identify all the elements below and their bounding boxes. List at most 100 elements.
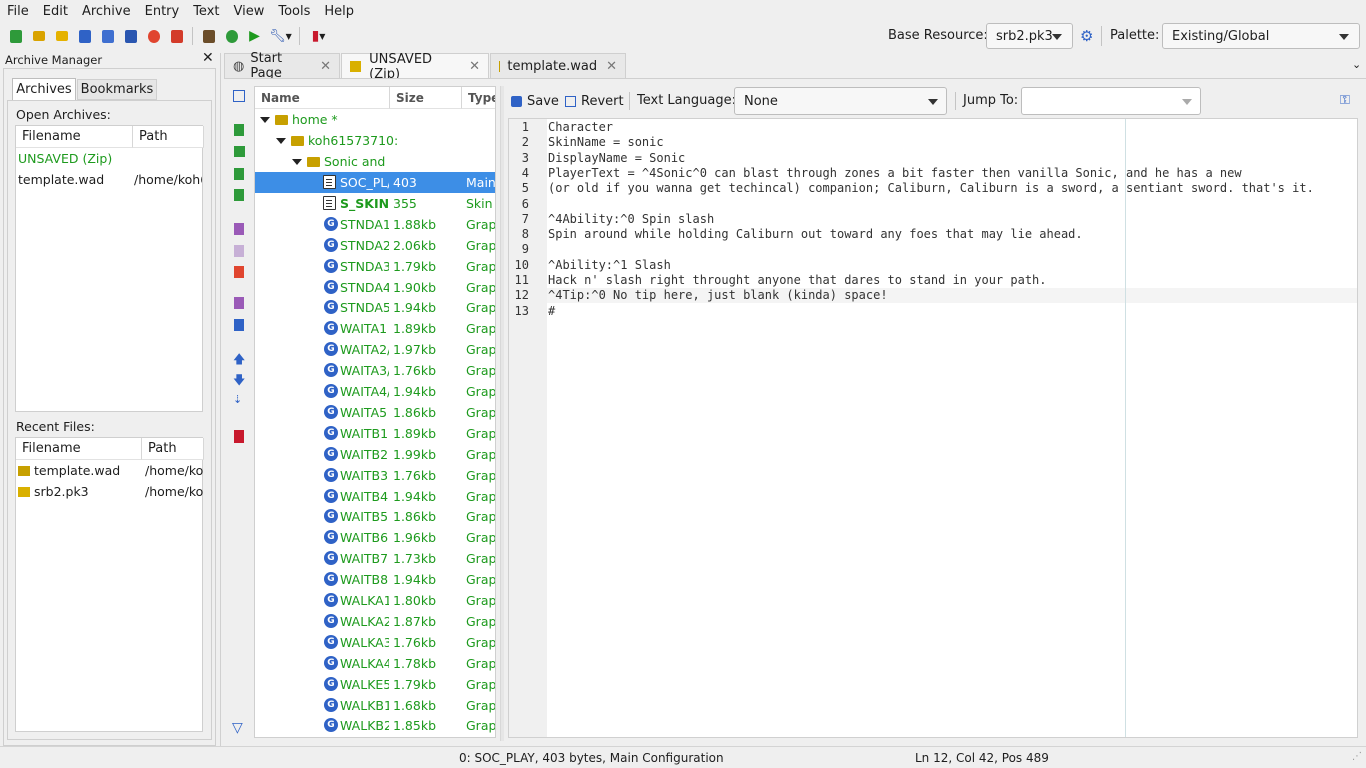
table-row[interactable]: G WALKA1 1.80kb Grap [255, 590, 495, 611]
expand-arrow-icon[interactable] [292, 159, 302, 165]
table-row[interactable]: S_SKIN 355 Skin [255, 193, 495, 214]
sort-icon[interactable]: ⇣ [233, 393, 242, 406]
menu-tools[interactable]: Tools [271, 4, 317, 19]
resize-grip-icon[interactable]: ⋰ [1352, 751, 1362, 762]
table-row[interactable]: G WALKE5 1.79kb Grap [255, 674, 495, 695]
tab-template-wad[interactable]: template.wad ✕ [490, 53, 626, 78]
panel-splitter[interactable] [500, 86, 504, 741]
code-line[interactable]: ^4Ability:^0 Spin slash [548, 212, 714, 226]
open-archive-icon[interactable] [30, 27, 48, 45]
list-item[interactable]: UNSAVED (Zip) [18, 148, 198, 169]
table-row[interactable]: G STNDA1 1.88kb Grap [255, 214, 495, 235]
column-header-type[interactable]: Type [462, 87, 495, 109]
column-header-name[interactable]: Name [255, 87, 390, 109]
tab-archives[interactable]: Archives [12, 78, 76, 100]
bookmark-icon[interactable] [234, 430, 244, 443]
menu-help[interactable]: Help [317, 4, 361, 19]
code-line[interactable]: PlayerText = ^4Sonic^0 can blast through… [548, 166, 1242, 180]
import-files-icon[interactable] [234, 189, 244, 201]
run-icon[interactable]: ▶ [246, 27, 264, 45]
code-line[interactable]: # [548, 304, 555, 318]
menu-text[interactable]: Text [186, 4, 226, 19]
table-row[interactable]: G WAITA2/1.97kb Grap [255, 339, 495, 360]
table-row[interactable]: G WAITA3/1.76kb Grap [255, 360, 495, 381]
table-row[interactable]: G WAITB6 1.96kb Grap [255, 527, 495, 548]
script-manager-icon[interactable] [200, 27, 218, 45]
table-row[interactable]: G WAITB7 1.73kb Grap [255, 548, 495, 569]
panel-splitter[interactable] [220, 53, 221, 746]
tools-wrench-icon[interactable]: 🔧︎ ▼ [269, 27, 293, 45]
table-row[interactable]: G WALKB1 1.68kb Grap [255, 695, 495, 716]
list-item[interactable]: srb2.pk3 [18, 481, 140, 502]
table-row[interactable]: G WALKA4 1.78kb Grap [255, 653, 495, 674]
table-row[interactable]: SOC_PL/403 Main [255, 172, 495, 193]
find-replace-icon[interactable]: ⚿ [1340, 93, 1350, 108]
list-item[interactable]: template.wad [18, 460, 140, 481]
table-row[interactable]: G WAITA4/1.94kb Grap [255, 381, 495, 402]
code-line[interactable]: Character [548, 120, 613, 134]
bug-icon[interactable] [223, 27, 241, 45]
tab-unsaved-zip[interactable]: UNSAVED (Zip) ✕ [341, 52, 489, 82]
code-line[interactable]: Spin around while holding Caliburn out t… [548, 227, 1083, 241]
table-row[interactable]: G WAITB2 1.99kb Grap [255, 444, 495, 465]
tree-folder-home[interactable]: home * [255, 109, 495, 130]
tree-folder-sonic[interactable]: Sonic and C [255, 151, 390, 172]
table-row[interactable]: G STNDA4 1.90kb Grap [255, 277, 495, 298]
table-row[interactable]: G STNDA5 1.94kb Grap [255, 297, 495, 318]
table-row[interactable]: G WAITA5 1.86kb Grap [255, 402, 495, 423]
filter-icon[interactable]: ▽ [232, 720, 243, 736]
menu-edit[interactable]: Edit [36, 4, 75, 19]
table-row[interactable]: G WAITB1 1.89kb Grap [255, 423, 495, 444]
table-row[interactable]: G WAITB4 1.94kb Grap [255, 486, 495, 507]
table-row[interactable]: G WAITB5 1.86kb Grap [255, 506, 495, 527]
open-archives-list[interactable]: Filename Path UNSAVED (Zip) template.wad… [15, 125, 204, 412]
table-row[interactable]: G WALKA2 1.87kb Grap [255, 611, 495, 632]
tab-start-page[interactable]: ◍ Start Page ✕ [224, 51, 340, 81]
export-as-icon[interactable] [234, 319, 244, 331]
close-icon[interactable]: ✕ [469, 59, 480, 74]
code-line[interactable]: DisplayName = Sonic [548, 151, 685, 165]
menu-archive[interactable]: Archive [75, 4, 138, 19]
gear-icon[interactable]: ⚙ [1080, 27, 1093, 45]
menu-entry[interactable]: Entry [138, 4, 187, 19]
menu-file[interactable]: File [0, 4, 36, 19]
text-editor[interactable]: 1 Character 2 SkinName = sonic 3 DisplayName … [508, 118, 1358, 738]
table-row[interactable]: G WALKB2 1.85kb Grap [255, 715, 495, 736]
close-all-icon[interactable] [168, 27, 186, 45]
expand-arrow-icon[interactable] [260, 117, 270, 123]
save-archive-icon[interactable] [76, 27, 94, 45]
new-archive-icon[interactable] [7, 27, 25, 45]
jump-to-select[interactable] [1021, 87, 1201, 115]
delete-icon[interactable] [234, 266, 244, 278]
text-language-select[interactable]: None [734, 87, 947, 115]
column-header-filename[interactable]: Filename [16, 438, 142, 460]
code-line[interactable]: (or old if you wanna get techincal) comp… [548, 181, 1314, 195]
move-down-icon[interactable]: 🡇 [233, 371, 245, 392]
table-row[interactable]: G WAITB8 1.94kb Grap [255, 569, 495, 590]
bookmark-icon[interactable]: ▮ ▼ [307, 27, 331, 45]
code-line[interactable]: Hack n' slash right throught anyone that… [548, 273, 1047, 287]
new-entry-icon[interactable] [234, 124, 244, 136]
column-header-path[interactable]: Path [133, 126, 204, 148]
close-icon[interactable]: ✕ [202, 50, 214, 66]
table-row[interactable]: G WALKA3 1.76kb Grap [255, 632, 495, 653]
new-directory-icon[interactable] [234, 146, 245, 157]
code-line[interactable]: ^4Tip:^0 No tip here, just blank (kinda)… [548, 288, 888, 302]
close-icon[interactable]: ✕ [320, 59, 331, 74]
import-icon[interactable] [234, 168, 244, 180]
save-all-icon[interactable] [122, 27, 140, 45]
expand-arrow-icon[interactable] [276, 138, 286, 144]
table-row[interactable]: G WAITB3 1.76kb Grap [255, 465, 495, 486]
column-header-filename[interactable]: Filename [16, 126, 133, 148]
new-entry-icon[interactable] [233, 90, 245, 102]
open-directory-icon[interactable] [53, 27, 71, 45]
table-row[interactable]: G STNDA2 2.06kb Grap [255, 235, 495, 256]
table-row[interactable]: G STNDA3 1.79kb Grap [255, 256, 495, 277]
rename-icon[interactable] [234, 223, 244, 235]
save-button[interactable]: Save [511, 92, 559, 110]
palette-select[interactable]: Existing/Global [1162, 23, 1360, 49]
tab-list-chevron-icon[interactable]: ⌄ [1352, 58, 1361, 71]
entry-list[interactable]: Name Size Type home * koh61573710: Sonic… [254, 86, 496, 738]
move-up-icon[interactable]: 🡅 [233, 350, 245, 371]
revert-button[interactable]: Revert [565, 92, 624, 110]
